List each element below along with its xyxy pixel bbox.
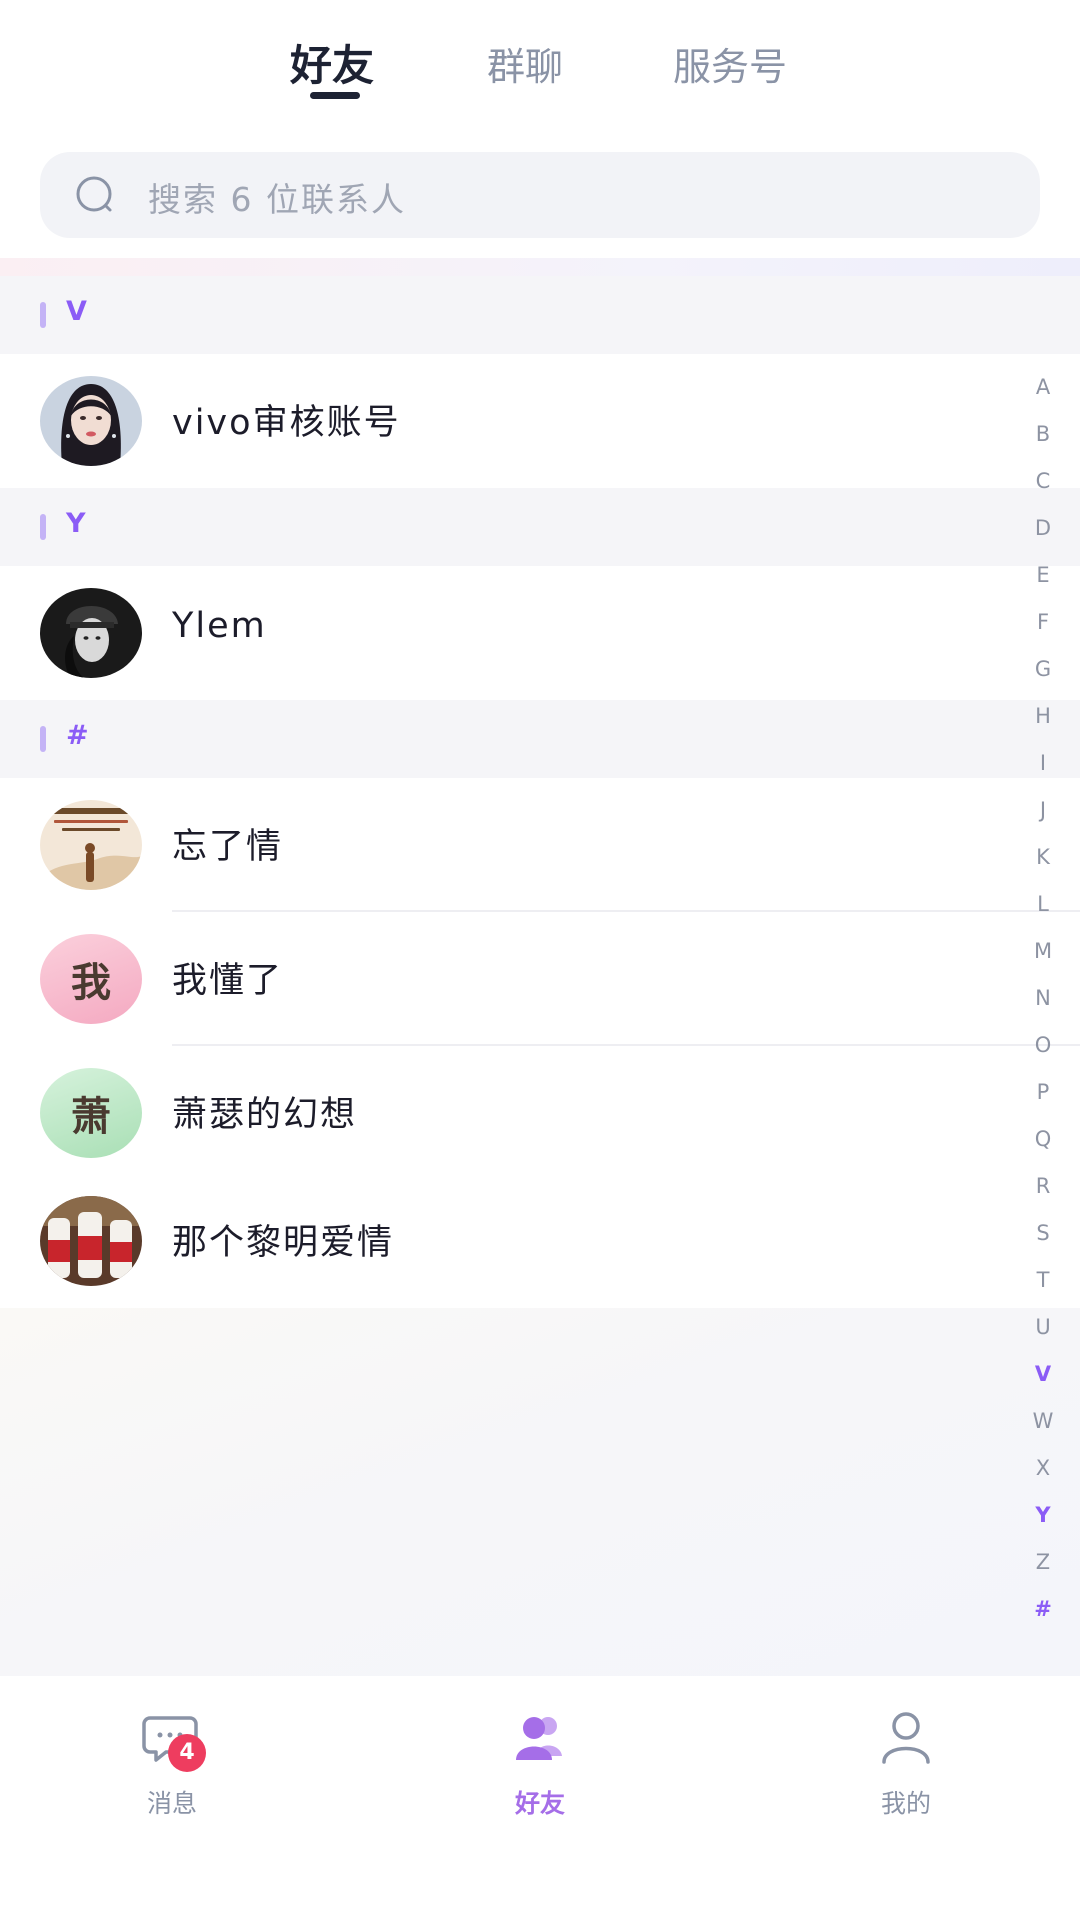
index-letter[interactable]: T [1028, 1257, 1058, 1304]
index-letter[interactable]: U [1028, 1304, 1058, 1351]
index-letter[interactable]: # [1028, 1586, 1058, 1633]
nav-friends[interactable]: 好友 [440, 1706, 640, 1820]
search-placeholder: 搜索 6 位联系人 [148, 180, 406, 219]
section-marker [40, 302, 46, 328]
index-letter[interactable]: L [1028, 881, 1058, 928]
nav-messages[interactable]: 4 消息 [72, 1706, 272, 1820]
nav-label: 消息 [146, 1789, 197, 1818]
avatar: 萧 [40, 1068, 142, 1158]
unread-badge: 4 [168, 1734, 206, 1772]
section-header-y: Y [0, 488, 1080, 566]
index-letter[interactable]: Q [1028, 1116, 1058, 1163]
index-letter[interactable]: B [1028, 411, 1058, 458]
index-letter[interactable]: P [1028, 1069, 1058, 1116]
contact-row[interactable]: 那个黎明爱情 [0, 1174, 1080, 1308]
section-letter: V [66, 296, 87, 327]
contact-name: vivo审核账号 [172, 403, 401, 443]
index-letter[interactable]: R [1028, 1163, 1058, 1210]
contact-row[interactable]: 我 我懂了 [0, 912, 1080, 1046]
index-letter[interactable]: Y [1028, 1492, 1058, 1539]
index-letter[interactable]: Z [1028, 1539, 1058, 1586]
index-letter[interactable]: J [1028, 787, 1058, 834]
search-icon [76, 176, 112, 212]
index-letter[interactable]: A [1028, 364, 1058, 411]
avatar: 我 [40, 934, 142, 1024]
index-letter[interactable]: G [1028, 646, 1058, 693]
top-tabs: 好友 群聊 服务号 [0, 0, 1080, 130]
active-tab-indicator [310, 92, 360, 99]
section-header-hash: # [0, 700, 1080, 778]
index-letter[interactable]: N [1028, 975, 1058, 1022]
index-letter[interactable]: S [1028, 1210, 1058, 1257]
contact-name: 忘了情 [172, 827, 284, 867]
section-header-v: V [0, 276, 1080, 354]
alphabet-index-bar[interactable]: A B C D E F G H I J K L M N O P Q R S T U V W X Y Z # [1028, 364, 1058, 1633]
index-letter[interactable]: M [1028, 928, 1058, 975]
index-letter[interactable]: K [1028, 834, 1058, 881]
index-letter[interactable]: E [1028, 552, 1058, 599]
avatar [40, 800, 142, 890]
contact-name: 我懂了 [172, 961, 284, 1001]
index-letter[interactable]: F [1028, 599, 1058, 646]
contact-row[interactable]: 忘了情 [0, 778, 1080, 912]
contact-row[interactable]: 萧 萧瑟的幻想 [0, 1046, 1080, 1180]
avatar [40, 1196, 142, 1286]
avatar [40, 376, 142, 466]
index-letter[interactable]: D [1028, 505, 1058, 552]
person-icon [882, 1712, 930, 1764]
index-letter[interactable]: W [1028, 1398, 1058, 1445]
index-letter[interactable]: X [1028, 1445, 1058, 1492]
nav-me[interactable]: 我的 [806, 1706, 1006, 1820]
section-marker [40, 514, 46, 540]
tab-friends[interactable]: 好友 [290, 32, 374, 93]
divider-strip [0, 258, 1080, 276]
avatar [40, 588, 142, 678]
nav-label: 好友 [514, 1789, 565, 1818]
section-marker [40, 726, 46, 752]
avatar-initial: 我 [71, 960, 111, 1006]
contact-name: Ylem [172, 606, 267, 646]
section-letter: Y [66, 508, 86, 539]
tab-service-accounts[interactable]: 服务号 [673, 36, 787, 91]
friends-icon [516, 1717, 562, 1760]
contact-name: 萧瑟的幻想 [172, 1095, 358, 1135]
list-empty-area [0, 1308, 1080, 1676]
index-letter[interactable]: I [1028, 740, 1058, 787]
bottom-nav: 4 消息 好友 我的 [0, 1676, 1080, 1920]
tab-groups[interactable]: 群聊 [487, 36, 563, 91]
index-letter[interactable]: V [1028, 1351, 1058, 1398]
nav-label: 我的 [880, 1789, 931, 1818]
contact-row[interactable]: Ylem [0, 566, 1080, 700]
avatar-initial: 萧 [71, 1094, 111, 1140]
search-input[interactable]: 搜索 6 位联系人 [40, 152, 1040, 238]
index-letter[interactable]: O [1028, 1022, 1058, 1069]
index-letter[interactable]: C [1028, 458, 1058, 505]
section-letter: # [66, 720, 89, 751]
contact-name: 那个黎明爱情 [172, 1223, 395, 1263]
index-letter[interactable]: H [1028, 693, 1058, 740]
contact-row[interactable]: vivo审核账号 [0, 354, 1080, 488]
